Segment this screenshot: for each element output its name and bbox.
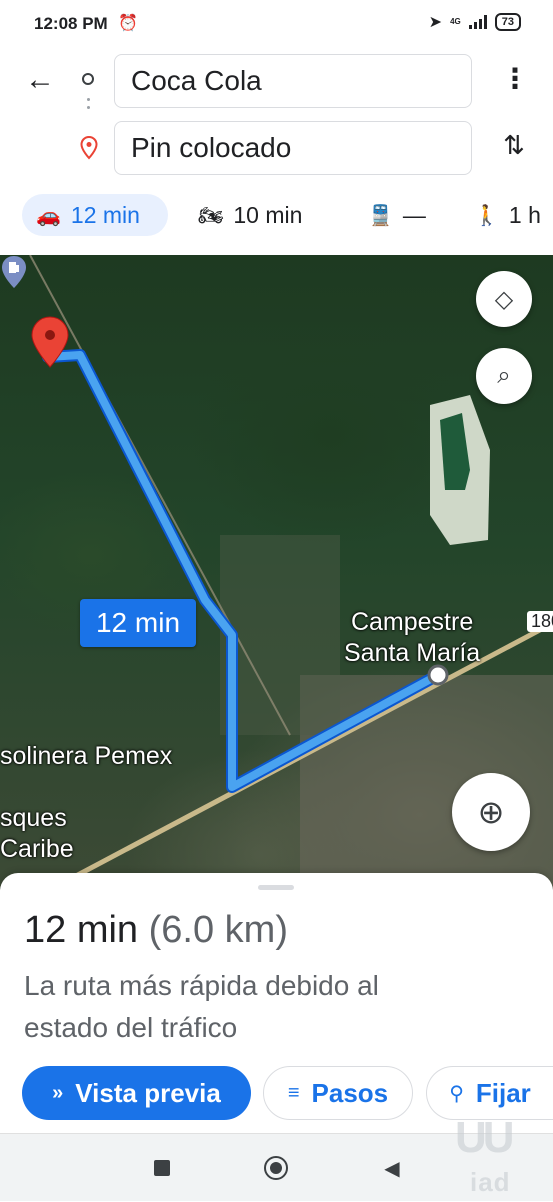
caribe-label: Caribe — [0, 835, 74, 863]
santa-maria-label: Santa María — [344, 639, 481, 667]
route-dots-icon — [87, 98, 90, 114]
route-summary: 12 min (6.0 km) — [24, 909, 288, 952]
home-circle-icon — [264, 1156, 288, 1180]
map-label-pemex: solinera Pemex — [0, 742, 173, 770]
layers-icon: ◇ — [494, 285, 514, 313]
gas-station-pin-icon[interactable] — [0, 255, 28, 289]
layers-button[interactable]: ◇ — [476, 271, 532, 327]
signal-icon — [468, 15, 487, 29]
highway-shield: 180 — [527, 611, 553, 632]
watermark-mark: UU — [455, 1113, 515, 1162]
mode-walking[interactable]: 🚶 1 h — [474, 194, 541, 236]
map-search-button[interactable]: ⌕ — [476, 348, 532, 404]
network-type: 4G — [450, 17, 461, 26]
system-back-button[interactable]: ◀ — [378, 1154, 406, 1182]
map-view[interactable]: ◇ ⌕ 12 min Campestre Santa María 180 sol… — [0, 255, 553, 895]
my-location-button[interactable]: ⊕ — [452, 773, 530, 851]
location-arrow-icon: ➤ — [428, 14, 443, 31]
double-chevron-icon: » — [52, 1081, 64, 1104]
mode-walking-time: 1 h — [508, 201, 541, 228]
status-bar: 12:08 PM ⏰ ➤ 4G 73 — [0, 0, 553, 50]
route-details-sheet[interactable]: 12 min (6.0 km) La ruta más rápida debid… — [0, 873, 553, 1143]
steps-button[interactable]: ≡ Pasos — [263, 1066, 413, 1120]
square-icon — [154, 1160, 170, 1176]
map-label-campestre: Campestre Santa María — [344, 607, 480, 669]
mode-motorcycle-time: 10 min — [233, 201, 303, 228]
more-options-icon[interactable]: ⋮ — [500, 62, 530, 98]
steps-label: Pasos — [311, 1077, 389, 1108]
battery-indicator: 73 — [494, 13, 521, 31]
back-triangle-icon: ◀ — [384, 1157, 400, 1180]
bosques-label: sques — [0, 804, 67, 832]
mode-motorcycle[interactable]: 🏍 10 min — [198, 194, 302, 236]
motorcycle-icon: 🏍 — [198, 204, 224, 227]
home-button[interactable] — [262, 1154, 290, 1182]
route-description: La ruta más rápida debido al estado del … — [24, 970, 379, 1043]
destination-field[interactable]: Pin colocado — [114, 121, 472, 175]
map-label-bosques: sques Caribe — [0, 803, 74, 865]
origin-dot-icon — [82, 73, 94, 85]
search-icon: ⌕ — [497, 362, 511, 389]
route-duration: 12 min — [24, 909, 139, 951]
list-icon: ≡ — [287, 1081, 300, 1104]
car-icon: 🚗 — [36, 204, 61, 227]
preview-label: Vista previa — [75, 1077, 221, 1108]
watermark-text: iad — [469, 1167, 511, 1197]
mode-transit-time: — — [402, 201, 426, 228]
swap-icon[interactable]: ⇅ — [498, 130, 530, 166]
campestre-label: Campestre — [350, 608, 474, 636]
preview-button[interactable]: » Vista previa — [22, 1066, 251, 1120]
pin-icon: ⚲ — [449, 1082, 464, 1105]
mode-transit[interactable]: 🚆 — — [368, 194, 426, 236]
mode-driving-time: 12 min — [70, 201, 140, 228]
watermark-logo: UU iad — [455, 1116, 515, 1202]
recents-button[interactable] — [148, 1154, 176, 1182]
back-arrow-icon[interactable]: ← — [22, 62, 58, 98]
destination-pin-icon — [80, 136, 98, 160]
travel-modes: 🚗 12 min 🏍 10 min 🚆 — 🚶 1 h — [0, 190, 553, 242]
dirt-road — [29, 255, 291, 736]
crosshair-icon: ⊕ — [477, 794, 505, 830]
pin-label: Fijar — [475, 1077, 531, 1108]
status-time: 12:08 PM — [34, 14, 108, 33]
pin-button[interactable]: ⚲ Fijar — [426, 1066, 553, 1120]
train-icon: 🚆 — [368, 204, 393, 227]
route-time-badge[interactable]: 12 min — [80, 599, 196, 647]
alarm-icon: ⏰ — [118, 15, 138, 32]
route-distance: (6.0 km) — [148, 909, 288, 951]
mode-driving[interactable]: 🚗 12 min — [22, 194, 168, 236]
origin-field[interactable]: Coca Cola — [114, 54, 472, 108]
drag-handle[interactable] — [258, 885, 294, 890]
walking-icon: 🚶 — [474, 204, 499, 227]
